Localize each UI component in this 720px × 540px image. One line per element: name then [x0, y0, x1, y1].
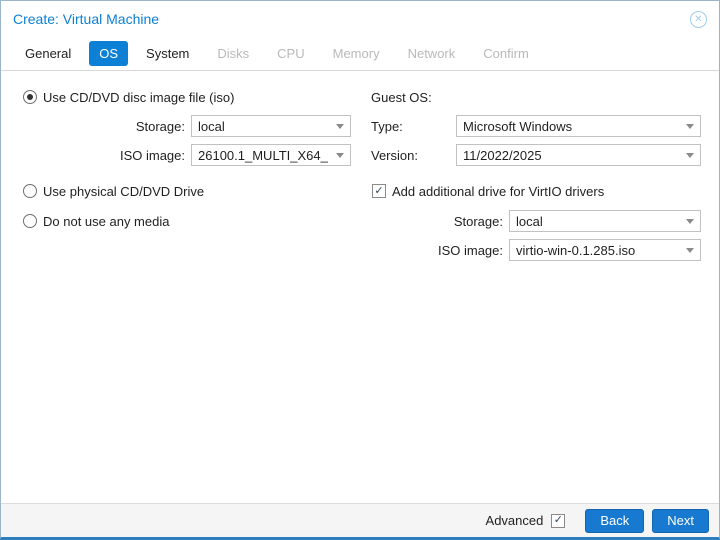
- guest-type-row: Type: Microsoft Windows: [371, 114, 701, 138]
- tab-network: Network: [398, 41, 466, 66]
- advanced-label[interactable]: Advanced: [486, 513, 544, 528]
- right-storage-label: Storage:: [454, 214, 509, 229]
- guest-os-header: Guest OS:: [371, 90, 432, 105]
- right-storage-select[interactable]: local: [509, 210, 701, 232]
- guest-type-label: Type:: [371, 119, 456, 134]
- create-vm-dialog: Create: Virtual Machine ✕ General OS Sys…: [0, 0, 720, 540]
- advanced-checkbox[interactable]: ✓: [551, 514, 565, 528]
- right-iso-value: virtio-win-0.1.285.iso: [516, 243, 635, 258]
- left-storage-label: Storage:: [15, 119, 191, 134]
- guest-os-header-row: Guest OS:: [371, 85, 701, 109]
- dialog-titlebar: Create: Virtual Machine ✕: [1, 1, 719, 37]
- radio-physical-drive[interactable]: [23, 184, 37, 198]
- left-storage-value: local: [198, 119, 225, 134]
- check-icon: ✓: [374, 186, 383, 197]
- guest-version-label: Version:: [371, 148, 456, 163]
- radio-row-no-media[interactable]: Do not use any media: [15, 209, 365, 233]
- media-panel: Use CD/DVD disc image file (iso) Storage…: [15, 85, 365, 503]
- virtio-checkbox-label[interactable]: Add additional drive for VirtIO drivers: [392, 184, 604, 199]
- right-iso-select[interactable]: virtio-win-0.1.285.iso: [509, 239, 701, 261]
- chevron-down-icon[interactable]: [336, 153, 344, 158]
- tab-disks: Disks: [207, 41, 259, 66]
- tab-bar: General OS System Disks CPU Memory Netwo…: [1, 37, 719, 71]
- radio-use-iso[interactable]: [23, 90, 37, 104]
- guest-os-panel: Guest OS: Type: Microsoft Windows Versio…: [371, 85, 701, 503]
- tab-system[interactable]: System: [136, 41, 199, 66]
- tab-confirm: Confirm: [473, 41, 539, 66]
- next-button[interactable]: Next: [652, 509, 709, 533]
- check-icon: ✓: [554, 515, 563, 526]
- chevron-down-icon[interactable]: [686, 124, 694, 129]
- right-iso-row: ISO image: virtio-win-0.1.285.iso: [371, 238, 701, 262]
- chevron-down-icon[interactable]: [336, 124, 344, 129]
- radio-no-media-label[interactable]: Do not use any media: [43, 214, 169, 229]
- left-iso-row: ISO image: 26100.1_MULTI_X64_: [15, 143, 365, 167]
- tab-general[interactable]: General: [15, 41, 81, 66]
- guest-version-select[interactable]: 11/2022/2025: [456, 144, 701, 166]
- tab-memory: Memory: [323, 41, 390, 66]
- radio-use-iso-label[interactable]: Use CD/DVD disc image file (iso): [43, 90, 234, 105]
- close-icon[interactable]: ✕: [690, 11, 707, 28]
- guest-version-value: 11/2022/2025: [463, 148, 542, 163]
- left-iso-select[interactable]: 26100.1_MULTI_X64_: [191, 144, 351, 166]
- dialog-title: Create: Virtual Machine: [13, 11, 159, 27]
- right-storage-row: Storage: local: [371, 209, 701, 233]
- chevron-down-icon[interactable]: [686, 248, 694, 253]
- back-button[interactable]: Back: [585, 509, 644, 533]
- radio-row-physical[interactable]: Use physical CD/DVD Drive: [15, 179, 365, 203]
- chevron-down-icon[interactable]: [686, 153, 694, 158]
- guest-type-select[interactable]: Microsoft Windows: [456, 115, 701, 137]
- right-iso-label: ISO image:: [438, 243, 509, 258]
- left-storage-select[interactable]: local: [191, 115, 351, 137]
- tab-os[interactable]: OS: [89, 41, 128, 66]
- left-iso-value: 26100.1_MULTI_X64_: [198, 148, 328, 163]
- radio-no-media[interactable]: [23, 214, 37, 228]
- guest-type-value: Microsoft Windows: [463, 119, 572, 134]
- virtio-checkbox-row[interactable]: ✓ Add additional drive for VirtIO driver…: [371, 179, 701, 203]
- right-storage-value: local: [516, 214, 543, 229]
- tab-cpu: CPU: [267, 41, 314, 66]
- chevron-down-icon[interactable]: [686, 219, 694, 224]
- footer-bar: Advanced ✓ Back Next: [1, 503, 719, 537]
- radio-physical-drive-label[interactable]: Use physical CD/DVD Drive: [43, 184, 204, 199]
- left-iso-label: ISO image:: [15, 148, 191, 163]
- os-tab-content: Use CD/DVD disc image file (iso) Storage…: [1, 71, 719, 503]
- left-storage-row: Storage: local: [15, 114, 365, 138]
- virtio-checkbox[interactable]: ✓: [372, 184, 386, 198]
- radio-row-use-iso[interactable]: Use CD/DVD disc image file (iso): [15, 85, 365, 109]
- guest-version-row: Version: 11/2022/2025: [371, 143, 701, 167]
